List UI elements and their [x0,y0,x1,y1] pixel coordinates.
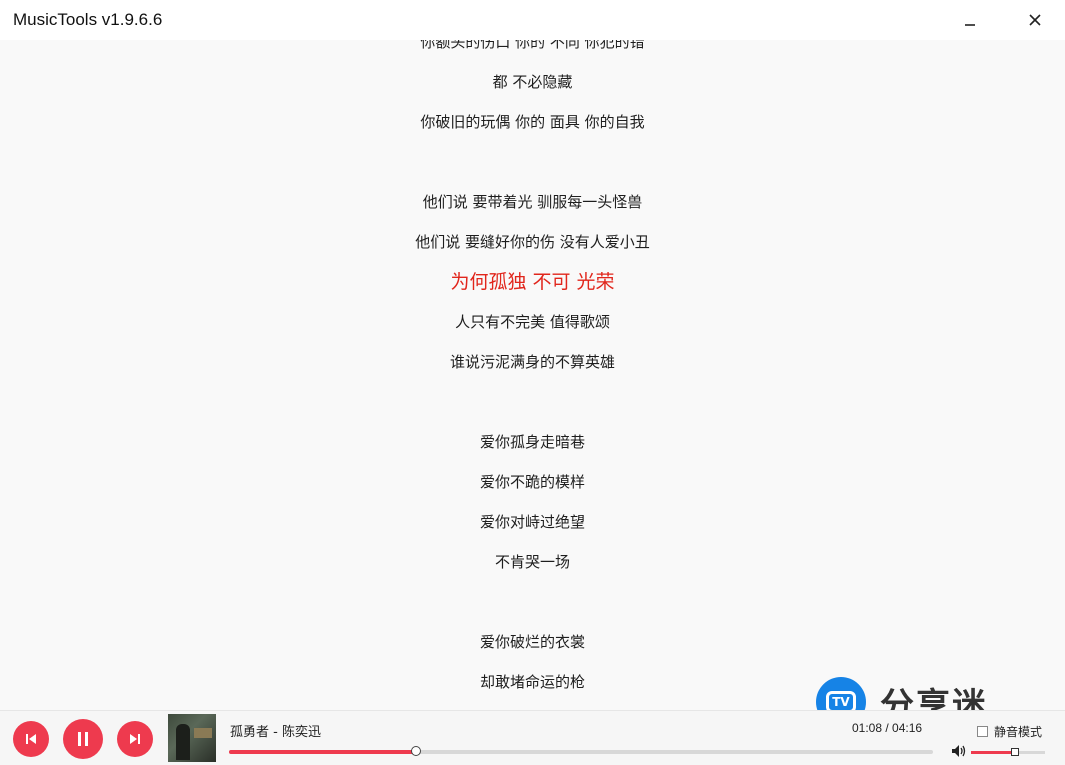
next-icon [130,734,140,744]
pause-icon [78,732,88,746]
progress-bar[interactable] [229,746,933,756]
lyric-line: 不肯哭一场 [494,553,570,571]
lyric-line: 爱你对峙过绝望 [479,513,585,531]
previous-icon [26,734,36,744]
volume-fill [971,751,1015,754]
minimize-button[interactable] [955,6,985,34]
lyric-line: 他们说 要带着光 驯服每一头怪兽 [422,193,643,211]
progress-knob[interactable] [411,746,422,756]
lyric-line: 爱你孤身走暗巷 [479,433,585,451]
lyric-line: 人只有不完美 值得歌颂 [455,313,610,331]
volume-knob[interactable] [1010,748,1019,756]
mute-label: 静音模式 [994,725,1043,739]
title-bar: MusicTools v1.9.6.6 [0,0,1065,40]
previous-button[interactable] [13,721,49,757]
lyric-line: 爱你不跪的模样 [479,473,585,491]
mute-checkbox[interactable] [977,726,988,737]
album-cover[interactable] [168,714,216,762]
mute-toggle[interactable]: 静音模式 [977,723,1042,740]
lyric-line-current: 为何孤独 不可 光荣 [450,271,615,293]
app-title: MusicTools v1.9.6.6 [13,10,163,29]
close-button[interactable] [1020,6,1050,34]
lyric-line: 都 不必隐藏 [492,73,573,91]
progress-fill [229,750,417,754]
volume-slider[interactable] [971,748,1045,756]
minimize-icon [965,24,975,26]
close-icon [1029,14,1041,26]
player-bar: 孤勇者 - 陈奕迅 01:08 / 04:16 静音模式 [0,710,1065,765]
lyrics-panel[interactable]: 你额头的伤口 你的 不同 你犯的错都 不必隐藏你破旧的玩偶 你的 面具 你的自我… [0,40,1065,710]
pause-button[interactable] [63,719,103,759]
lyric-line: 你额头的伤口 你的 不同 你犯的错 [420,40,645,51]
lyric-line: 他们说 要缝好你的伤 没有人爱小丑 [415,233,650,251]
lyric-line: 你破旧的玩偶 你的 面具 你的自我 [420,113,645,131]
lyric-line: 谁说污泥满身的不算英雄 [449,353,615,371]
track-title: 孤勇者 - 陈奕迅 [230,725,321,740]
lyric-line: 爱你破烂的衣裳 [479,633,585,651]
next-button[interactable] [117,721,153,757]
volume-icon[interactable] [951,744,967,758]
time-display: 01:08 / 04:16 [852,721,923,735]
